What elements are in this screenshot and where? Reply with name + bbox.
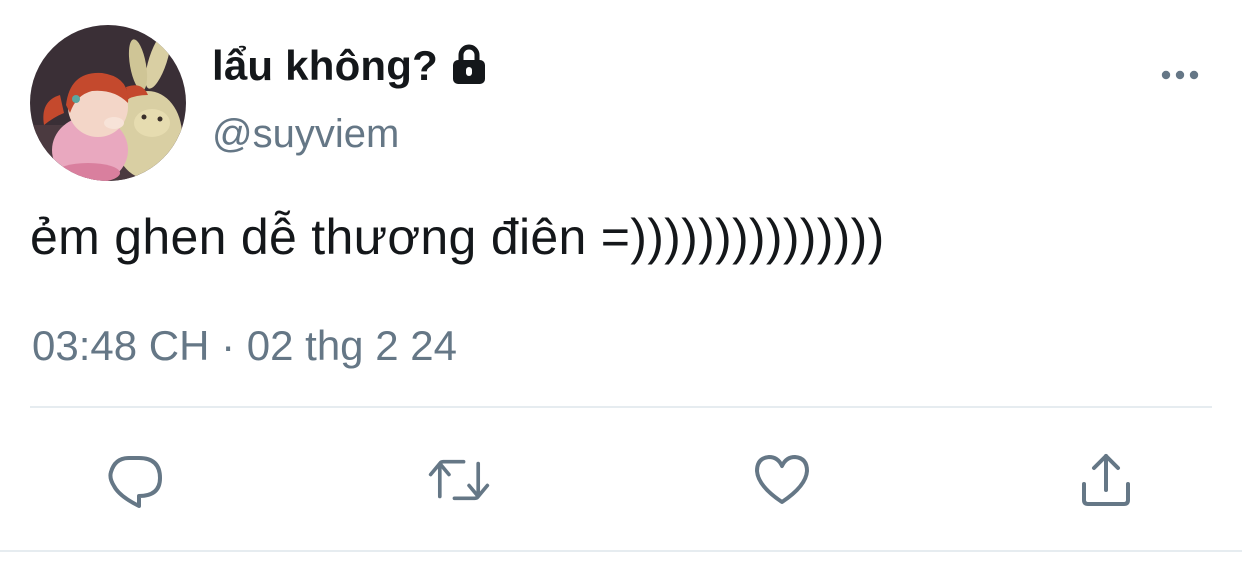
avatar[interactable] [30, 25, 186, 181]
share-button[interactable] [1074, 448, 1138, 512]
more-icon[interactable] [1158, 60, 1202, 90]
like-button[interactable] [750, 448, 814, 512]
reply-icon [108, 456, 162, 508]
avatar-image [30, 25, 186, 181]
display-name[interactable]: lẩu không? [212, 42, 438, 90]
share-icon [1082, 454, 1130, 506]
retweet-button[interactable] [427, 448, 491, 512]
tweet-text: ẻm ghen dễ thương điên =))))))))))))))) [30, 209, 885, 265]
user-handle[interactable]: @suyviem [212, 112, 399, 157]
divider [30, 406, 1212, 408]
heart-icon [755, 455, 809, 504]
user-name-row: lẩu không? [212, 38, 488, 94]
bottom-divider [0, 550, 1242, 552]
reply-button[interactable] [103, 448, 167, 512]
tweet-timestamp[interactable]: 03:48 CH · 02 thg 2 24 [32, 322, 457, 370]
tweet-card: lẩu không? @suyviem ẻm ghen dễ thương đi… [0, 0, 1242, 570]
lock-icon [450, 43, 488, 85]
retweet-icon [428, 459, 490, 501]
